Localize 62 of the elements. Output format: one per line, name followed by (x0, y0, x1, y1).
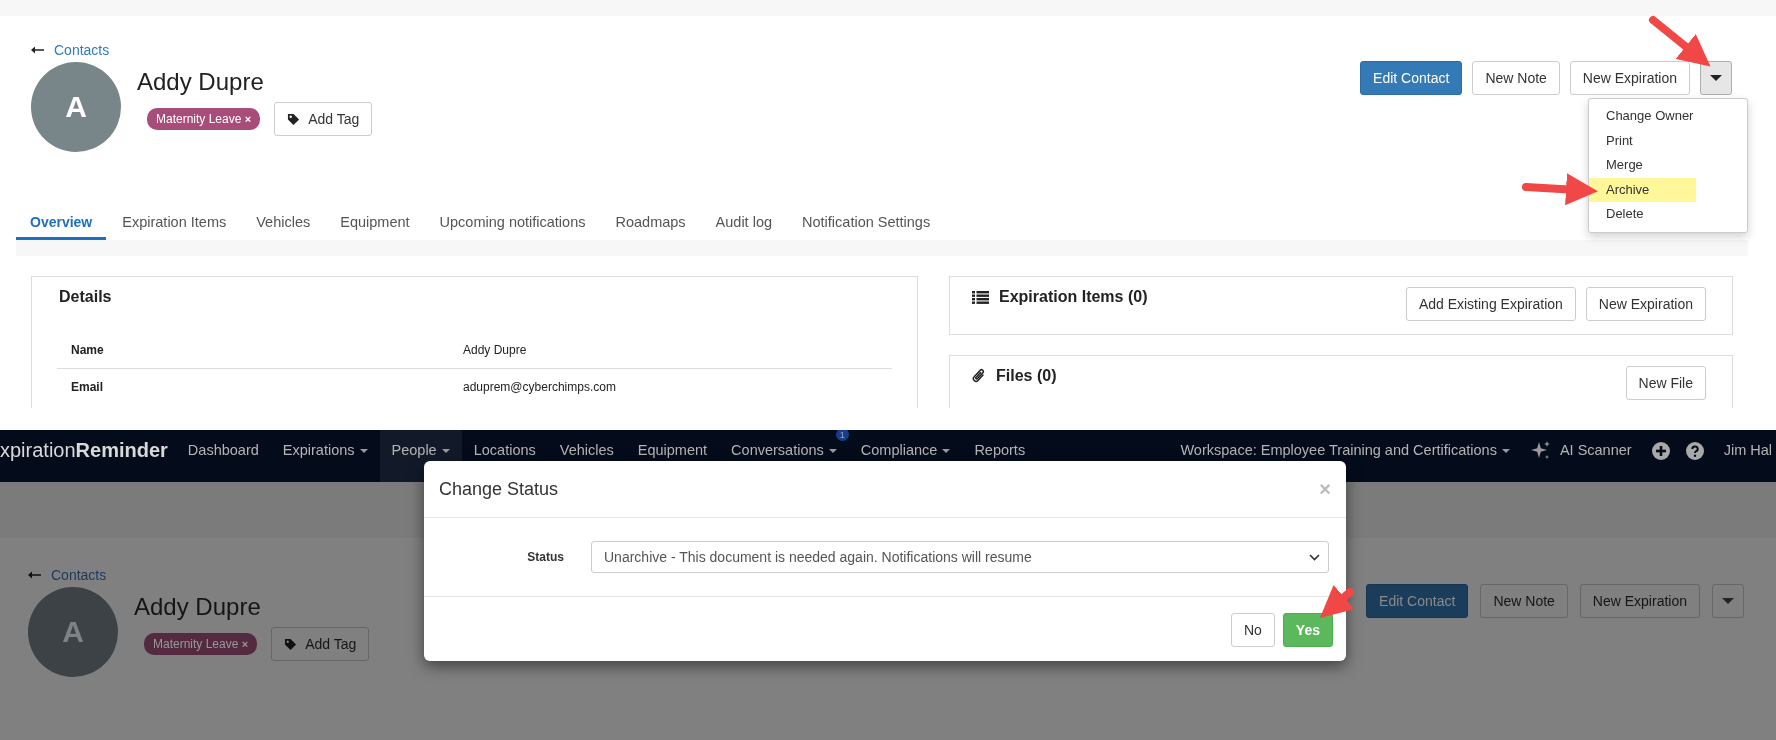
tab[interactable]: Upcoming notifications (425, 208, 600, 240)
menu-item[interactable]: Delete (1589, 202, 1696, 227)
nav-item[interactable]: Expirations (270, 430, 380, 482)
annotation-arrow (1649, 16, 1711, 67)
status-select[interactable]: Unarchive - This document is needed again. Notifications will resume (591, 541, 1329, 573)
card-button[interactable]: Add Existing Expiration (1405, 287, 1576, 321)
action-button[interactable]: Edit Contact (1360, 61, 1463, 95)
menu-item[interactable]: Change Owner (1589, 104, 1696, 129)
tab[interactable]: Equipment (326, 208, 424, 240)
notification-badge: 1 (835, 430, 849, 441)
contact-name: Addy Dupre (134, 593, 262, 621)
nav-item[interactable]: Dashboard (175, 430, 271, 482)
user-menu[interactable]: Jim Hal (1711, 430, 1776, 482)
field-value: Addy Dupre (463, 343, 527, 357)
add-tag-button[interactable]: Add Tag (271, 627, 370, 661)
list-icon (972, 290, 989, 304)
more-dropdown-button[interactable] (1700, 61, 1732, 95)
tag-chip[interactable]: Maternity Leave × (147, 108, 261, 130)
add-tag-button[interactable]: Add Tag (274, 102, 373, 136)
card-title: Expiration Items (0) (999, 288, 1148, 306)
action-button[interactable]: New Note (1480, 584, 1568, 618)
action-button[interactable]: New Note (1472, 61, 1560, 95)
back-arrow-icon (31, 46, 44, 54)
card-button[interactable]: New Expiration (1585, 287, 1706, 321)
dialog-button[interactable]: No (1230, 613, 1275, 647)
app-logo[interactable]: xpirationReminder (0, 430, 168, 462)
tab[interactable]: Vehicles (242, 208, 325, 240)
card-title: Details (58, 287, 113, 307)
ai-scanner-link[interactable]: AI Scanner (1559, 430, 1644, 482)
menu-item[interactable]: Archive (1589, 177, 1696, 202)
menu-item[interactable]: Print (1589, 128, 1696, 153)
field-label: Name (71, 343, 105, 357)
chevron-down-icon (1309, 553, 1320, 561)
caret-icon (1710, 75, 1722, 81)
contacts-link[interactable]: Contacts (54, 42, 110, 58)
help-icon[interactable] (1685, 442, 1704, 460)
contact-name: Addy Dupre (137, 68, 265, 96)
add-icon[interactable] (1651, 442, 1670, 460)
tab[interactable]: Notification Settings (788, 208, 945, 240)
paperclip-icon (972, 368, 986, 384)
tag-icon (284, 637, 298, 651)
tab[interactable]: Audit log (701, 208, 787, 240)
field-label: Status (526, 550, 565, 564)
nav-item[interactable]: Conversations 1 (719, 430, 849, 482)
caret-icon (1501, 449, 1510, 453)
action-button[interactable]: New Expiration (1569, 61, 1690, 95)
annotation-arrow (1319, 585, 1355, 619)
tab[interactable]: Roadmaps (601, 208, 700, 240)
card-title: Files (0) (996, 367, 1057, 385)
field-label: Email (71, 380, 104, 394)
action-button[interactable]: New Expiration (1579, 584, 1700, 618)
tag-icon (287, 112, 301, 126)
field-value: aduprem@cyberchimps.com (463, 380, 616, 394)
caret-icon (1722, 598, 1734, 604)
avatar: A (28, 587, 118, 677)
card-button[interactable]: New File (1625, 366, 1706, 400)
back-arrow-icon (28, 571, 41, 579)
tag-chip[interactable]: Maternity Leave × (144, 633, 258, 655)
nav-item[interactable]: Compliance (848, 430, 963, 482)
avatar: A (31, 62, 121, 152)
menu-item[interactable]: Merge (1589, 153, 1696, 178)
tab[interactable]: Expiration Items (108, 208, 241, 240)
